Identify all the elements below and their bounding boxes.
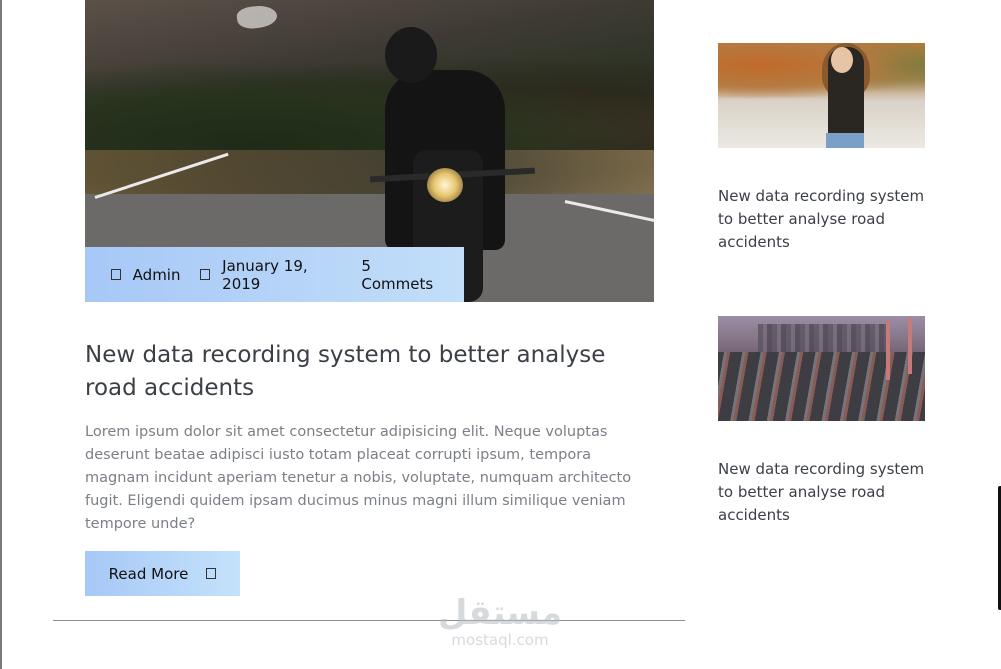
post-comments-count[interactable]: 5 Commets [361,257,444,293]
calendar-icon [200,269,211,280]
post-date: January 19, 2019 [222,256,308,293]
sidebar-post-title[interactable]: New data recording system to better anal… [718,185,928,254]
sidebar-post-title[interactable]: New data recording system to better anal… [718,458,928,527]
post-meta-bar: Admin January 19, 2019 5 Commets [85,247,464,302]
sidebar-post-thumbnail[interactable] [718,316,925,421]
watermark: مستقل mostaql.com [420,594,580,648]
watermark-latin: mostaql.com [451,631,549,649]
read-more-button[interactable]: Read More [85,551,240,596]
section-divider [53,620,685,621]
post-excerpt: Lorem ipsum dolor sit amet consectetur a… [85,424,632,532]
read-more-label: Read More [108,564,189,583]
arrow-right-icon [206,568,217,579]
user-icon [111,269,121,280]
sidebar-post-thumbnail[interactable] [718,43,925,148]
watermark-arabic: مستقل [437,593,563,633]
post-title[interactable]: New data recording system to better anal… [85,339,660,405]
page-left-border [0,0,2,669]
post-author[interactable]: Admin [133,266,181,284]
